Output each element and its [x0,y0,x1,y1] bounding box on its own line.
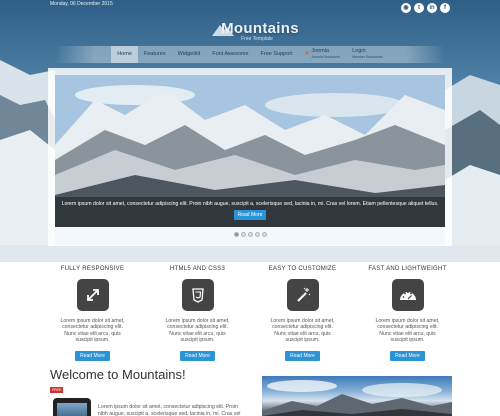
site-logo[interactable]: Mountains Free Template [0,20,500,42]
feature-read-more-button[interactable]: Read More [285,350,320,361]
rss-icon[interactable]: ◉ [401,3,411,13]
nav-login-label: Login [352,48,366,54]
css3-icon [181,279,214,311]
facebook-icon[interactable]: f [440,3,450,13]
nav-item-joomla[interactable]: ✕ Joomla Joomla Resources [299,46,347,63]
mountain-logo-icon [212,25,234,36]
feature-title: FAST AND LIGHTWEIGHT [368,266,447,272]
nav-item-home[interactable]: Home [111,46,138,63]
nav-item-features[interactable]: Features [138,46,172,63]
feature-read-more-button[interactable]: Read More [390,350,425,361]
feature-easy-customize: EASY TO CUSTOMIZE Lorem ipsum dolor sit … [250,266,355,362]
current-date: Monday, 06 December 2015 [50,1,113,7]
feature-text: Lorem ipsum dolor sit amet, consectetur … [60,318,125,344]
features-row: FULLY RESPONSIVE Lorem ipsum dolor sit a… [40,266,460,362]
linkedin-icon[interactable]: in [427,3,437,13]
twitter-icon[interactable]: t [414,3,424,13]
expand-arrows-icon [76,279,109,311]
feature-text: Lorem ipsum dolor sit amet, consectetur … [375,318,440,344]
nav-login-sub: Member Resources [352,54,383,59]
slider-dot-3[interactable] [247,232,253,237]
feature-read-more-button[interactable]: Read More [180,350,215,361]
nav-joomla-label: Joomla [311,48,329,54]
slider-dot-4[interactable] [254,232,260,237]
welcome-text: Lorem ipsum dolor sit amet, consectetur … [98,404,241,416]
slide-caption: Lorem ipsum dolor sit amet, consectetur … [55,197,445,227]
dashboard-icon [391,279,424,311]
slider-dot-2[interactable] [240,232,246,237]
slider-pagination [48,232,452,237]
feature-text: Lorem ipsum dolor sit amet, consectetur … [270,318,335,344]
social-links: ◉ t in f [401,3,450,13]
feature-fully-responsive: FULLY RESPONSIVE Lorem ipsum dolor sit a… [40,266,145,362]
phone-image [53,398,91,416]
site-tagline: Free Template [241,36,273,42]
welcome-heading: Welcome to Mountains! [50,367,186,382]
nav-item-widgetkit[interactable]: Widgetkit [172,46,207,63]
hero-header: Monday, 06 December 2015 ◉ t in f Mounta… [0,0,500,262]
slider-dot-1[interactable] [233,232,239,237]
nav-item-font-awesome[interactable]: Font Awesome [206,46,254,63]
slide-caption-text: Lorem ipsum dolor sit amet, consectetur … [61,201,439,207]
image-slider: Lorem ipsum dolor sit amet, consectetur … [48,68,452,246]
site-name: Mountains [221,20,299,37]
welcome-photo [262,376,452,416]
nav-joomla-sub: Joomla Resources [311,54,341,59]
feature-title: HTML5 AND CSS3 [169,266,226,272]
main-navigation: Home Features Widgetkit Font Awesome Fre… [55,46,445,63]
free-badge: FREE [50,387,64,393]
feature-html5-css3: HTML5 AND CSS3 Lorem ipsum dolor sit ame… [145,266,250,362]
slider-dot-5[interactable] [261,232,267,237]
nav-item-free-support[interactable]: Free Support [255,46,299,63]
feature-fast-lightweight: FAST AND LIGHTWEIGHT Lorem ipsum dolor s… [355,266,460,362]
joomla-icon: ✕ [304,50,310,57]
slide-image: Lorem ipsum dolor sit amet, consectetur … [55,75,445,227]
slide-read-more-button[interactable]: Read More [234,210,266,220]
nav-item-login[interactable]: Login Member Resources [346,46,389,63]
feature-title: EASY TO CUSTOMIZE [268,266,337,272]
magic-wand-icon [286,279,319,311]
feature-read-more-button[interactable]: Read More [75,350,110,361]
feature-text: Lorem ipsum dolor sit amet, consectetur … [165,318,230,344]
feature-title: FULLY RESPONSIVE [60,266,125,272]
